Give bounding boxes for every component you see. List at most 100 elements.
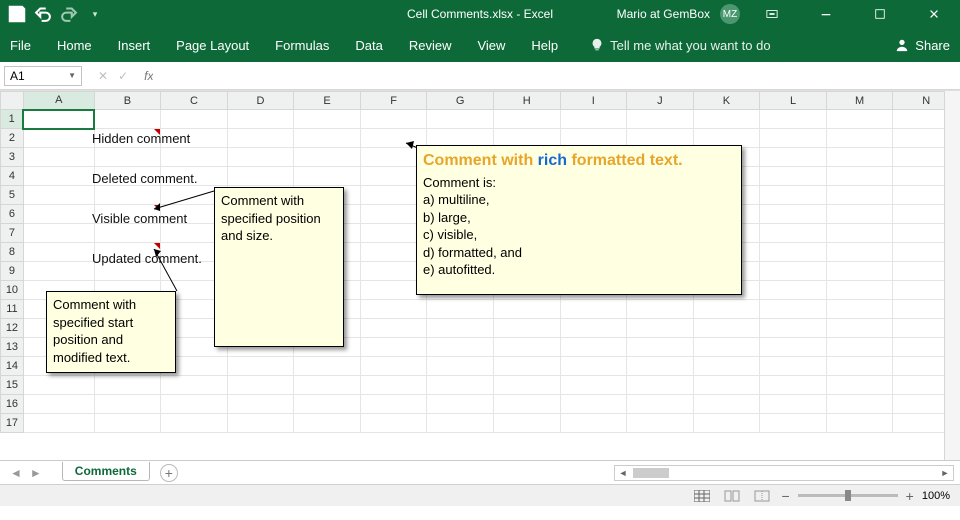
- row-header-9[interactable]: 9: [1, 262, 24, 281]
- cell-I17[interactable]: [560, 414, 627, 433]
- cell-L10[interactable]: [760, 281, 827, 300]
- cell-H16[interactable]: [493, 395, 560, 414]
- row-header-10[interactable]: 10: [1, 281, 24, 300]
- cell-A15[interactable]: [23, 376, 94, 395]
- page-break-view-button[interactable]: [751, 488, 773, 504]
- cell-B9[interactable]: [94, 262, 161, 281]
- cell-B1[interactable]: [94, 110, 161, 129]
- cell-C16[interactable]: [161, 395, 228, 414]
- cell-M9[interactable]: [826, 262, 893, 281]
- cell-H14[interactable]: [493, 357, 560, 376]
- cell-A2[interactable]: [23, 129, 94, 148]
- cell-I15[interactable]: [560, 376, 627, 395]
- cell-B6[interactable]: [94, 205, 161, 224]
- col-header-F[interactable]: F: [360, 92, 427, 110]
- comment-box-rich[interactable]: Comment with rich formatted text. Commen…: [416, 145, 742, 295]
- row-header-12[interactable]: 12: [1, 319, 24, 338]
- col-header-H[interactable]: H: [493, 92, 560, 110]
- col-header-A[interactable]: A: [23, 92, 94, 110]
- maximize-button[interactable]: [858, 0, 902, 28]
- cell-E16[interactable]: [294, 395, 361, 414]
- cell-G11[interactable]: [427, 300, 494, 319]
- cell-C17[interactable]: [161, 414, 228, 433]
- cell-F16[interactable]: [360, 395, 427, 414]
- cell-B4[interactable]: [94, 167, 161, 186]
- new-sheet-button[interactable]: +: [160, 464, 178, 482]
- cell-B8[interactable]: [94, 243, 161, 262]
- cell-L8[interactable]: [760, 243, 827, 262]
- cell-L7[interactable]: [760, 224, 827, 243]
- cell-H17[interactable]: [493, 414, 560, 433]
- cell-B15[interactable]: [94, 376, 161, 395]
- cell-H1[interactable]: [493, 110, 560, 129]
- cell-E15[interactable]: [294, 376, 361, 395]
- tab-file[interactable]: File: [10, 38, 31, 53]
- comment-box-start-position[interactable]: Comment with specified start position an…: [46, 291, 176, 373]
- cell-D17[interactable]: [227, 414, 294, 433]
- cell-K11[interactable]: [693, 300, 760, 319]
- row-header-5[interactable]: 5: [1, 186, 24, 205]
- cell-M17[interactable]: [826, 414, 893, 433]
- row-header-1[interactable]: 1: [1, 110, 24, 129]
- cell-L3[interactable]: [760, 148, 827, 167]
- cell-L2[interactable]: [760, 129, 827, 148]
- row-header-7[interactable]: 7: [1, 224, 24, 243]
- col-header-J[interactable]: J: [627, 92, 694, 110]
- cell-C15[interactable]: [161, 376, 228, 395]
- enter-formula-icon[interactable]: ✓: [118, 69, 128, 83]
- scroll-left-icon[interactable]: ◄: [615, 468, 631, 478]
- tab-formulas[interactable]: Formulas: [275, 38, 329, 53]
- cell-M2[interactable]: [826, 129, 893, 148]
- col-header-E[interactable]: E: [294, 92, 361, 110]
- cell-B7[interactable]: [94, 224, 161, 243]
- cell-A3[interactable]: [23, 148, 94, 167]
- cell-J14[interactable]: [627, 357, 694, 376]
- cell-E1[interactable]: [294, 110, 361, 129]
- cell-I14[interactable]: [560, 357, 627, 376]
- cell-B5[interactable]: [94, 186, 161, 205]
- cell-C4[interactable]: [161, 167, 228, 186]
- cell-K16[interactable]: [693, 395, 760, 414]
- cell-K1[interactable]: [693, 110, 760, 129]
- cell-L9[interactable]: [760, 262, 827, 281]
- select-all-cell[interactable]: [1, 92, 24, 110]
- cell-M12[interactable]: [826, 319, 893, 338]
- cell-F14[interactable]: [360, 357, 427, 376]
- row-header-3[interactable]: 3: [1, 148, 24, 167]
- cell-D2[interactable]: [227, 129, 294, 148]
- cell-D3[interactable]: [227, 148, 294, 167]
- tab-review[interactable]: Review: [409, 38, 452, 53]
- column-headers[interactable]: A B C D E F G H I J K L M N: [1, 92, 960, 110]
- cell-L17[interactable]: [760, 414, 827, 433]
- cell-B2[interactable]: [94, 129, 161, 148]
- cell-A6[interactable]: [23, 205, 94, 224]
- cell-A17[interactable]: [23, 414, 94, 433]
- cell-J15[interactable]: [627, 376, 694, 395]
- tab-view[interactable]: View: [477, 38, 505, 53]
- cell-E14[interactable]: [294, 357, 361, 376]
- cell-K13[interactable]: [693, 338, 760, 357]
- col-header-D[interactable]: D: [227, 92, 294, 110]
- cell-G1[interactable]: [427, 110, 494, 129]
- vertical-scrollbar[interactable]: [944, 91, 960, 460]
- name-box[interactable]: A1 ▼: [4, 66, 82, 86]
- cell-F13[interactable]: [360, 338, 427, 357]
- cell-M11[interactable]: [826, 300, 893, 319]
- tell-me-search[interactable]: Tell me what you want to do: [590, 38, 770, 53]
- redo-button[interactable]: [58, 4, 80, 24]
- col-header-B[interactable]: B: [94, 92, 161, 110]
- cell-E17[interactable]: [294, 414, 361, 433]
- cell-K14[interactable]: [693, 357, 760, 376]
- zoom-in-button[interactable]: +: [906, 488, 914, 504]
- cell-B16[interactable]: [94, 395, 161, 414]
- cell-M3[interactable]: [826, 148, 893, 167]
- cell-K12[interactable]: [693, 319, 760, 338]
- cell-G16[interactable]: [427, 395, 494, 414]
- undo-button[interactable]: [32, 4, 54, 24]
- cell-L4[interactable]: [760, 167, 827, 186]
- cell-E3[interactable]: [294, 148, 361, 167]
- worksheet-grid[interactable]: A B C D E F G H I J K L M N 123456789101…: [0, 90, 960, 460]
- cell-H12[interactable]: [493, 319, 560, 338]
- cell-L11[interactable]: [760, 300, 827, 319]
- cell-C3[interactable]: [161, 148, 228, 167]
